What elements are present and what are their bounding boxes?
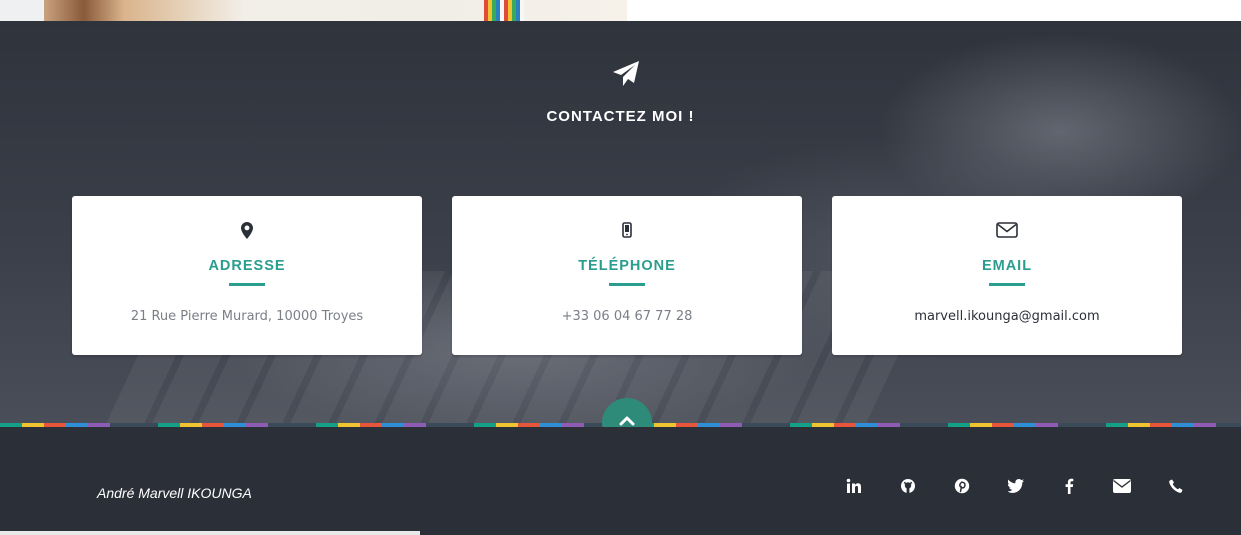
mobile-phone-icon bbox=[622, 222, 632, 238]
pinterest-link[interactable] bbox=[953, 477, 971, 495]
envelope-icon bbox=[996, 222, 1018, 238]
address-title: ADRESSE bbox=[208, 258, 286, 274]
bottom-edge-bar bbox=[0, 531, 420, 535]
facebook-icon bbox=[1065, 478, 1074, 494]
phone-icon bbox=[1169, 479, 1183, 493]
phone-value: +33 06 04 67 77 28 bbox=[561, 309, 693, 324]
phone-link[interactable] bbox=[1167, 477, 1185, 495]
email-card: EMAIL marvell.ikounga@gmail.com bbox=[832, 196, 1182, 355]
email-title: EMAIL bbox=[981, 258, 1033, 274]
facebook-link[interactable] bbox=[1060, 477, 1078, 495]
top-left-edge bbox=[0, 0, 44, 21]
linkedin-icon bbox=[846, 478, 861, 493]
phone-card: TÉLÉPHONE +33 06 04 67 77 28 bbox=[452, 196, 802, 355]
address-card: ADRESSE 21 Rue Pierre Murard, 10000 Troy… bbox=[72, 196, 422, 355]
contact-section: CONTACTEZ MOI ! ADRESSE 21 Rue Pierre Mu… bbox=[0, 21, 1241, 425]
email-underline bbox=[989, 283, 1025, 286]
address-value: 21 Rue Pierre Murard, 10000 Troyes bbox=[130, 309, 364, 324]
email-value[interactable]: marvell.ikounga@gmail.com bbox=[832, 309, 1182, 324]
github-icon bbox=[901, 479, 915, 493]
footer: André Marvell IKOUNGA bbox=[0, 427, 1241, 535]
github-link[interactable] bbox=[899, 477, 917, 495]
desk-photo bbox=[44, 0, 627, 21]
email-link[interactable] bbox=[1113, 477, 1131, 495]
paper-plane-icon bbox=[613, 61, 639, 86]
phone-underline bbox=[609, 283, 645, 286]
pinterest-icon bbox=[954, 478, 970, 494]
twitter-icon bbox=[1008, 479, 1024, 493]
phone-title: TÉLÉPHONE bbox=[578, 258, 676, 274]
colored-pencils bbox=[484, 0, 524, 21]
envelope-icon bbox=[1113, 479, 1131, 493]
chevron-up-icon bbox=[619, 416, 635, 426]
contact-title: CONTACTEZ MOI ! bbox=[546, 108, 695, 125]
map-marker-icon bbox=[241, 222, 253, 239]
linkedin-link[interactable] bbox=[845, 477, 863, 495]
top-image-strip bbox=[0, 0, 1241, 21]
address-underline bbox=[229, 283, 265, 286]
twitter-link[interactable] bbox=[1007, 477, 1025, 495]
author-name: André Marvell IKOUNGA bbox=[97, 485, 252, 501]
